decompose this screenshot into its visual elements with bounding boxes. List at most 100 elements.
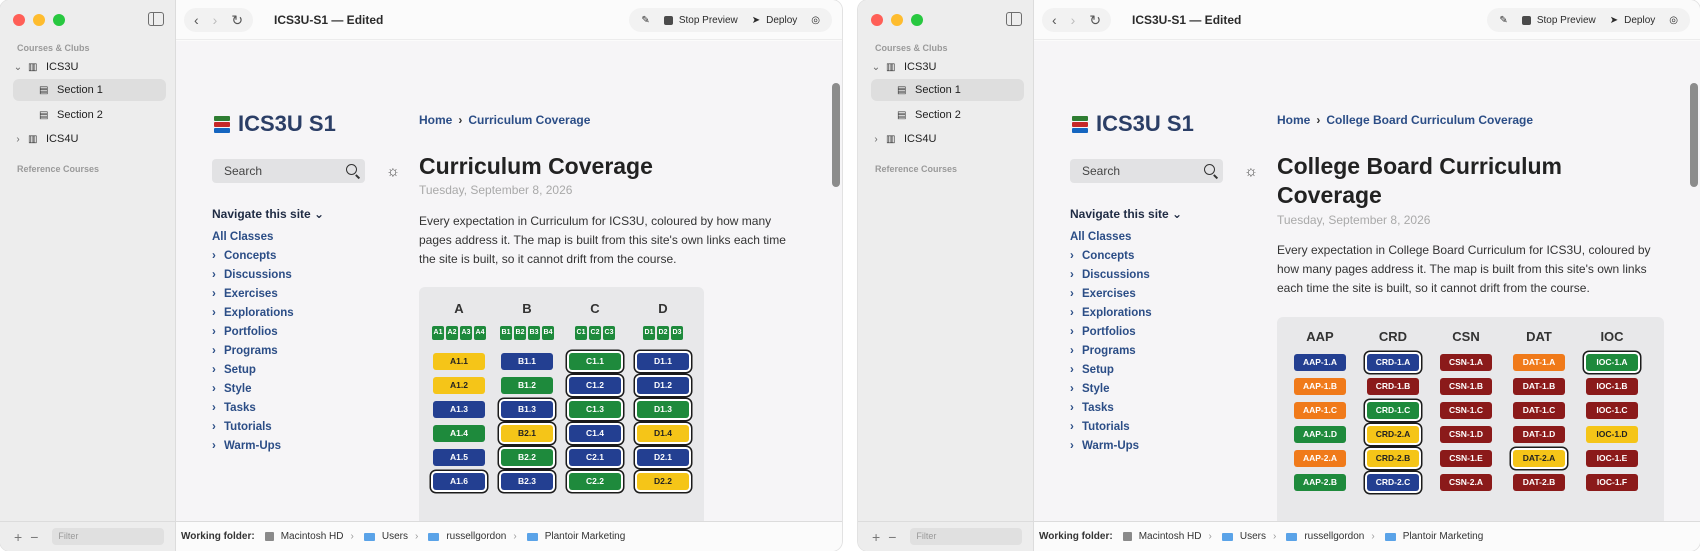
coverage-expectation-pill[interactable]: CRD-2.A (1367, 426, 1419, 443)
breadcrumb-current[interactable]: College Board Curriculum Coverage (1326, 113, 1533, 127)
coverage-strand-chip[interactable]: C1 (575, 326, 587, 340)
compass-icon[interactable]: ◎ (1669, 15, 1678, 26)
breadcrumb-home[interactable]: Home (419, 113, 452, 127)
sidebar-item-section-2[interactable]: ▤ Section 2 (13, 104, 166, 126)
nav-item-all-classes[interactable]: All Classes (1070, 231, 1152, 250)
coverage-strand-chip[interactable]: B4 (542, 326, 554, 340)
nav-item-all-classes[interactable]: All Classes (212, 231, 294, 250)
nav-item-tasks[interactable]: › Tasks (1070, 402, 1152, 421)
coverage-expectation-pill[interactable]: DAT-2.B (1513, 474, 1565, 491)
path-item[interactable]: Plantoir Marketing (545, 531, 626, 542)
nav-item-explorations[interactable]: › Explorations (212, 307, 294, 326)
zoom-window-button[interactable] (911, 14, 923, 26)
nav-item-discussions[interactable]: › Discussions (212, 269, 294, 288)
coverage-expectation-pill[interactable]: A1.4 (433, 425, 485, 442)
reload-icon[interactable]: ↻ (231, 12, 243, 29)
coverage-expectation-pill[interactable]: CRD-1.B (1367, 378, 1419, 395)
coverage-expectation-pill[interactable]: DAT-1.C (1513, 402, 1565, 419)
coverage-expectation-pill[interactable]: A1.2 (433, 377, 485, 394)
stop-preview-button[interactable]: Stop Preview (663, 15, 738, 26)
coverage-expectation-pill[interactable]: IOC-1.E (1586, 450, 1638, 467)
theme-toggle-icon[interactable]: ☼ (1243, 164, 1259, 180)
remove-button[interactable]: − (30, 529, 38, 545)
coverage-expectation-pill[interactable]: D1.2 (637, 377, 689, 394)
coverage-strand-chip[interactable]: A2 (446, 326, 458, 340)
path-item[interactable]: russellgordon (1304, 531, 1364, 542)
stop-preview-button[interactable]: Stop Preview (1521, 15, 1596, 26)
nav-item-tutorials[interactable]: › Tutorials (1070, 421, 1152, 440)
coverage-strand-chip[interactable]: A4 (474, 326, 486, 340)
add-button[interactable]: + (872, 529, 880, 545)
coverage-strand-chip[interactable]: D2 (657, 326, 669, 340)
nav-item-style[interactable]: › Style (1070, 383, 1152, 402)
sidebar-item-section-1[interactable]: ▤ Section 1 (871, 79, 1024, 101)
path-item[interactable]: russellgordon (446, 531, 506, 542)
nav-item-setup[interactable]: › Setup (212, 364, 294, 383)
nav-item-explorations[interactable]: › Explorations (1070, 307, 1152, 326)
back-icon[interactable]: ‹ (194, 12, 199, 28)
nav-item-concepts[interactable]: › Concepts (1070, 250, 1152, 269)
nav-item-portfolios[interactable]: › Portfolios (212, 326, 294, 345)
coverage-expectation-pill[interactable]: D2.2 (637, 473, 689, 490)
coverage-strand-chip[interactable]: B3 (528, 326, 540, 340)
coverage-expectation-pill[interactable]: B2.1 (501, 425, 553, 442)
coverage-expectation-pill[interactable]: AAP-1.D (1294, 426, 1346, 443)
theme-toggle-icon[interactable]: ☼ (385, 164, 401, 180)
compass-icon[interactable]: ◎ (811, 15, 820, 26)
nav-heading[interactable]: Navigate this site ⌄ (212, 207, 324, 221)
chevron-down-icon[interactable]: ⌄ (870, 62, 882, 73)
coverage-expectation-pill[interactable]: IOC-1.D (1586, 426, 1638, 443)
nav-item-tutorials[interactable]: › Tutorials (212, 421, 294, 440)
chevron-right-icon[interactable]: › (870, 134, 882, 145)
coverage-expectation-pill[interactable]: CRD-2.C (1367, 474, 1419, 491)
coverage-strand-chip[interactable]: C2 (589, 326, 601, 340)
coverage-strand-chip[interactable]: A1 (432, 326, 444, 340)
coverage-expectation-pill[interactable]: IOC-1.C (1586, 402, 1638, 419)
path-item[interactable]: Macintosh HD (1139, 531, 1202, 542)
site-title[interactable]: ICS3U S1 (212, 111, 336, 137)
sidebar-item-ics3u[interactable]: ⌄ ▥ ICS3U (12, 56, 162, 78)
coverage-expectation-pill[interactable]: D1.1 (637, 353, 689, 370)
deploy-button[interactable]: ➤ Deploy (1610, 15, 1656, 26)
path-item[interactable]: Macintosh HD (281, 531, 344, 542)
edit-icon[interactable]: ✎ (1499, 15, 1507, 26)
nav-item-style[interactable]: › Style (212, 383, 294, 402)
nav-item-concepts[interactable]: › Concepts (212, 250, 294, 269)
coverage-expectation-pill[interactable]: CSN-1.A (1440, 354, 1492, 371)
coverage-expectation-pill[interactable]: C2.2 (569, 473, 621, 490)
coverage-expectation-pill[interactable]: IOC-1.B (1586, 378, 1638, 395)
search-icon[interactable] (1204, 164, 1215, 175)
coverage-expectation-pill[interactable]: CRD-1.C (1367, 402, 1419, 419)
coverage-expectation-pill[interactable]: AAP-1.B (1294, 378, 1346, 395)
nav-item-warm-ups[interactable]: › Warm-Ups (1070, 440, 1152, 459)
coverage-expectation-pill[interactable]: B1.1 (501, 353, 553, 370)
coverage-expectation-pill[interactable]: B2.3 (501, 473, 553, 490)
forward-icon[interactable]: › (213, 12, 218, 28)
close-window-button[interactable] (871, 14, 883, 26)
coverage-expectation-pill[interactable]: B2.2 (501, 449, 553, 466)
coverage-expectation-pill[interactable]: CRD-1.A (1367, 354, 1419, 371)
nav-item-programs[interactable]: › Programs (1070, 345, 1152, 364)
coverage-expectation-pill[interactable]: A1.1 (433, 353, 485, 370)
coverage-expectation-pill[interactable]: C2.1 (569, 449, 621, 466)
path-item[interactable]: Users (382, 531, 408, 542)
coverage-expectation-pill[interactable]: AAP-2.A (1294, 450, 1346, 467)
coverage-expectation-pill[interactable]: B1.2 (501, 377, 553, 394)
coverage-expectation-pill[interactable]: A1.6 (433, 473, 485, 490)
chevron-down-icon[interactable]: ⌄ (12, 62, 24, 73)
scrollbar-thumb[interactable] (1690, 83, 1698, 187)
close-window-button[interactable] (13, 14, 25, 26)
coverage-expectation-pill[interactable]: C1.1 (569, 353, 621, 370)
coverage-expectation-pill[interactable]: DAT-1.D (1513, 426, 1565, 443)
path-item[interactable]: Users (1240, 531, 1266, 542)
nav-item-exercises[interactable]: › Exercises (1070, 288, 1152, 307)
deploy-button[interactable]: ➤ Deploy (752, 15, 798, 26)
sidebar-item-ics4u[interactable]: › ▥ ICS4U (12, 128, 162, 150)
coverage-expectation-pill[interactable]: C1.2 (569, 377, 621, 394)
nav-item-tasks[interactable]: › Tasks (212, 402, 294, 421)
coverage-expectation-pill[interactable]: AAP-1.A (1294, 354, 1346, 371)
nav-item-portfolios[interactable]: › Portfolios (1070, 326, 1152, 345)
nav-heading[interactable]: Navigate this site ⌄ (1070, 207, 1182, 221)
reload-icon[interactable]: ↻ (1089, 12, 1101, 29)
remove-button[interactable]: − (888, 529, 896, 545)
